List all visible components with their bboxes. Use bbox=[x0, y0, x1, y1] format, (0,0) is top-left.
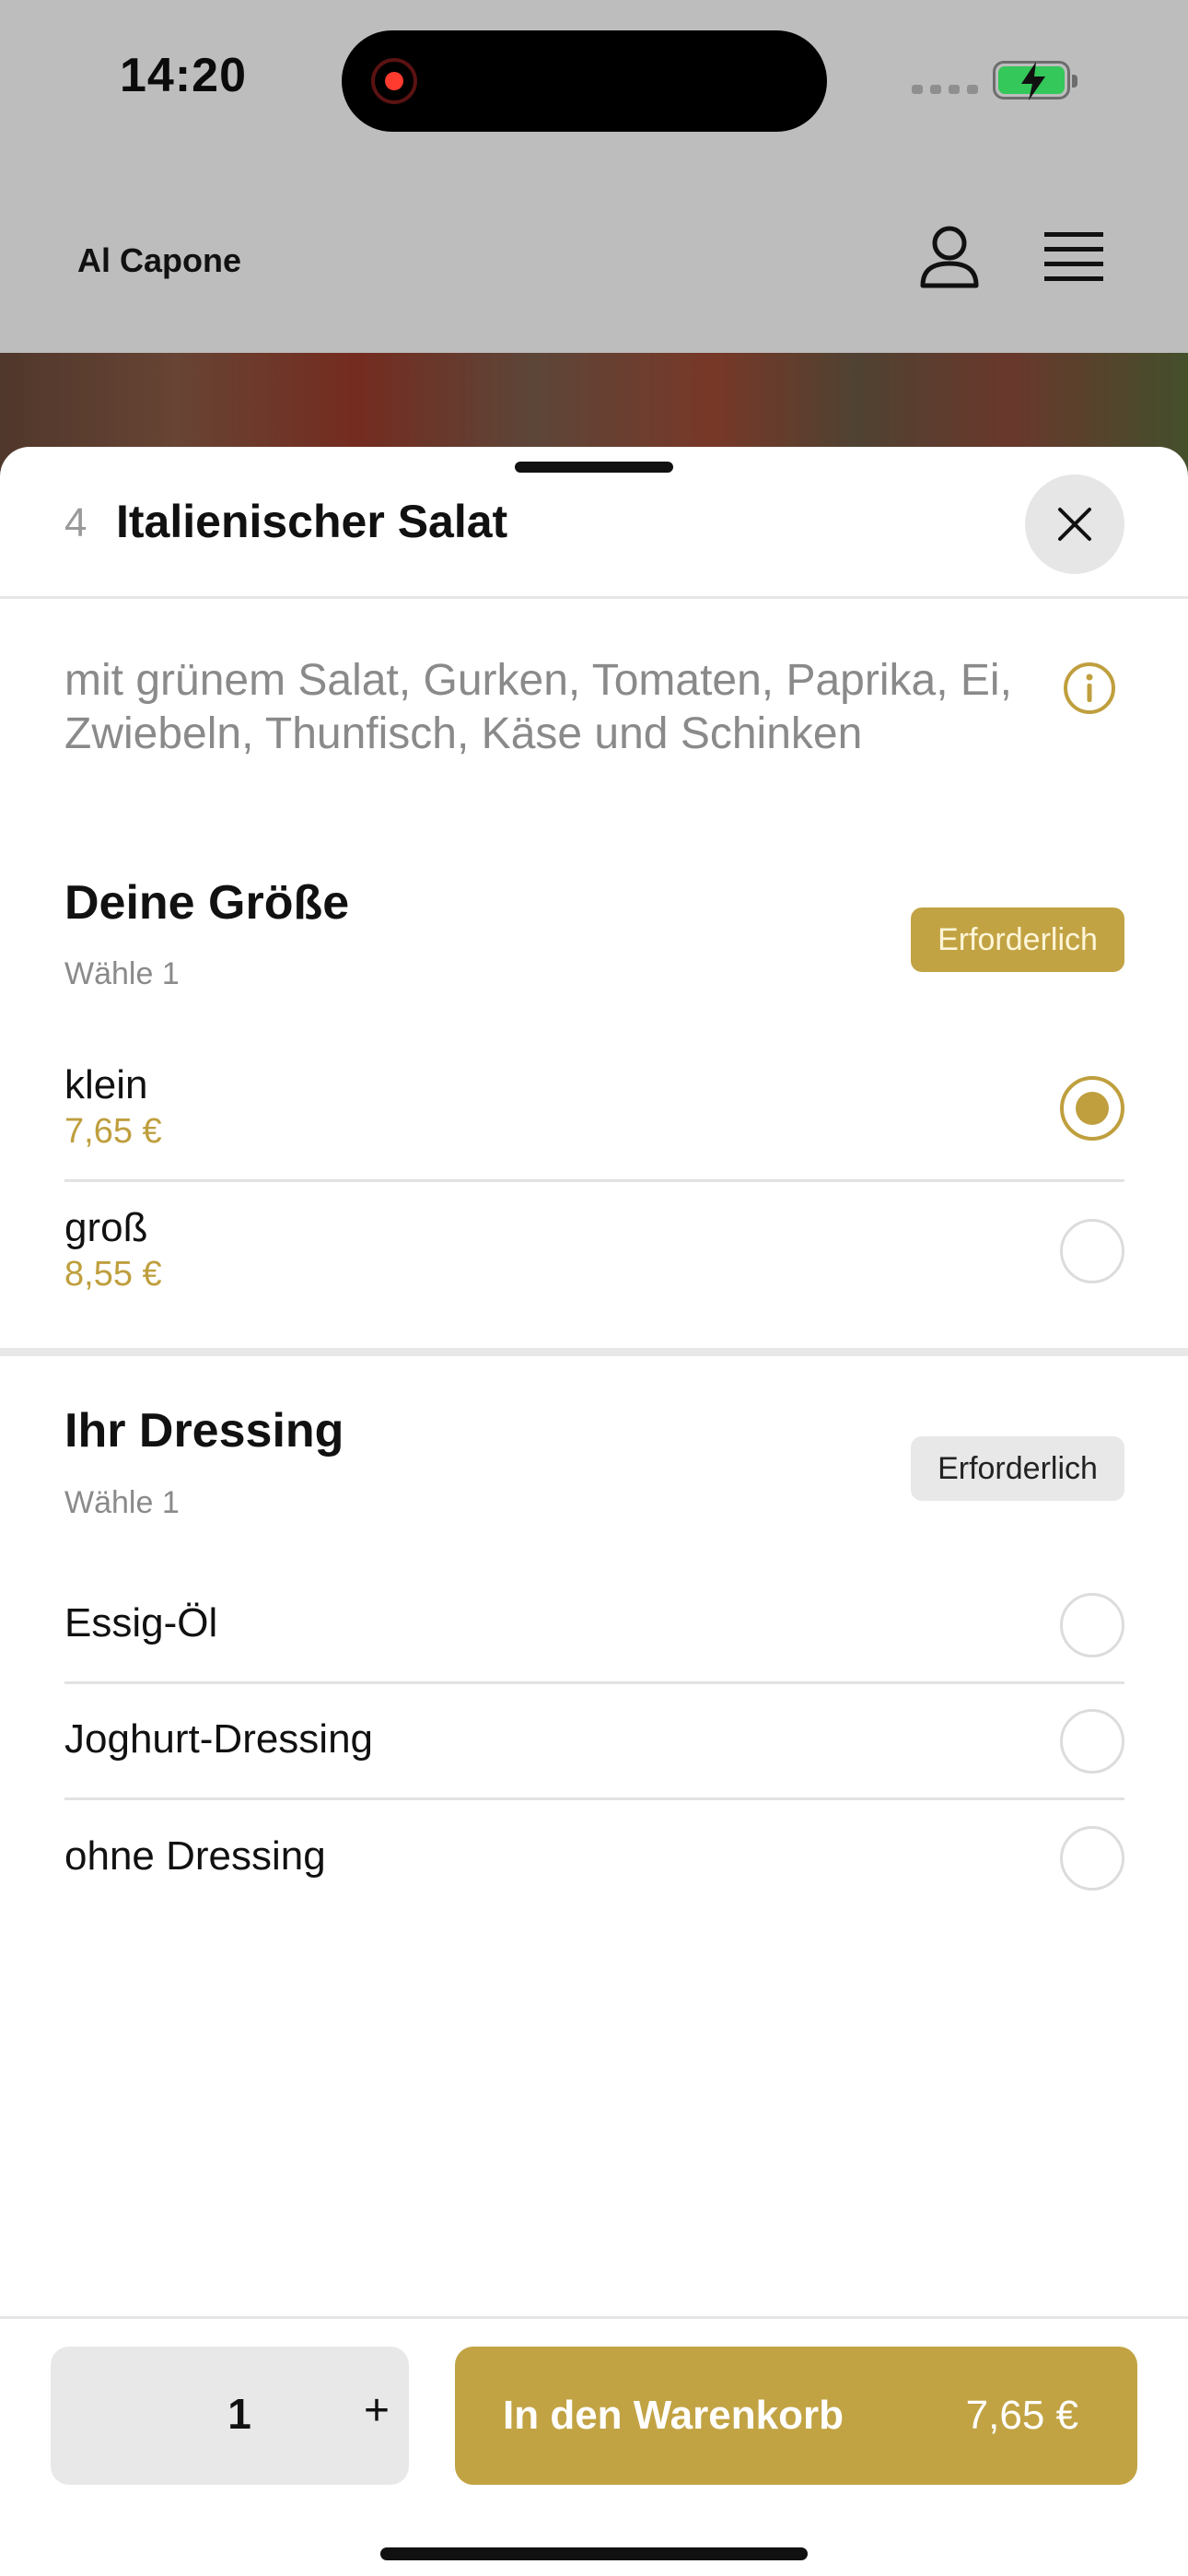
bottom-action-bar: 1 + In den Warenkorb 7,65 € bbox=[0, 2316, 1188, 2576]
radio-unselected[interactable] bbox=[1060, 1593, 1124, 1657]
dressing-required-badge: Erforderlich bbox=[911, 1436, 1124, 1501]
option-label: Essig-Öl bbox=[64, 1600, 218, 1645]
size-required-badge: Erforderlich bbox=[911, 907, 1124, 972]
dressing-option-joghurt[interactable]: Joghurt-Dressing bbox=[64, 1709, 1124, 1783]
size-option-klein[interactable]: klein 7,65 € bbox=[64, 1062, 1124, 1177]
dressing-section-title: Ihr Dressing bbox=[64, 1404, 344, 1458]
quantity-plus-button[interactable]: + bbox=[364, 2385, 390, 2436]
sheet-header: 4 Italienischer Salat bbox=[0, 447, 1188, 599]
dressing-option-essig-oel[interactable]: Essig-Öl bbox=[64, 1593, 1124, 1667]
option-label: groß bbox=[64, 1205, 148, 1250]
dynamic-island bbox=[342, 30, 827, 132]
option-divider bbox=[64, 1179, 1124, 1182]
quantity-value: 1 bbox=[227, 2390, 251, 2438]
option-price: 7,65 € bbox=[64, 1112, 162, 1151]
item-detail-sheet: 4 Italienischer Salat mit grünem Salat, … bbox=[0, 447, 1188, 2576]
add-to-cart-button[interactable]: In den Warenkorb 7,65 € bbox=[455, 2347, 1137, 2485]
battery-charging-icon bbox=[993, 61, 1077, 100]
size-section-subtitle: Wähle 1 bbox=[64, 956, 180, 991]
user-profile-icon[interactable] bbox=[917, 223, 982, 291]
radio-unselected[interactable] bbox=[1060, 1709, 1124, 1774]
cellular-signal-icon bbox=[912, 85, 978, 94]
restaurant-name: Al Capone bbox=[77, 241, 242, 279]
radio-selected[interactable] bbox=[1060, 1076, 1124, 1141]
home-indicator[interactable] bbox=[380, 2547, 808, 2560]
close-button[interactable] bbox=[1025, 474, 1124, 574]
item-number: 4 bbox=[64, 500, 87, 545]
size-option-gross[interactable]: groß 8,55 € bbox=[64, 1205, 1124, 1320]
option-label: ohne Dressing bbox=[64, 1833, 326, 1879]
hamburger-menu-icon[interactable] bbox=[1044, 230, 1103, 284]
radio-unselected[interactable] bbox=[1060, 1826, 1124, 1891]
status-time: 14:20 bbox=[120, 49, 247, 102]
option-price: 8,55 € bbox=[64, 1255, 162, 1294]
recording-indicator-icon bbox=[371, 58, 417, 104]
size-section-title: Deine Größe bbox=[64, 876, 350, 930]
radio-unselected[interactable] bbox=[1060, 1219, 1124, 1283]
add-to-cart-price: 7,65 € bbox=[965, 2393, 1078, 2438]
add-to-cart-label: In den Warenkorb bbox=[503, 2393, 844, 2438]
dressing-section-subtitle: Wähle 1 bbox=[64, 1485, 180, 1520]
dressing-option-ohne[interactable]: ohne Dressing bbox=[64, 1826, 1124, 1900]
section-divider bbox=[0, 1348, 1188, 1356]
option-label: Joghurt-Dressing bbox=[64, 1716, 374, 1762]
option-label: klein bbox=[64, 1062, 148, 1107]
info-icon[interactable] bbox=[1062, 661, 1117, 716]
item-description: mit grünem Salat, Gurken, Tomaten, Papri… bbox=[64, 656, 1012, 758]
close-icon bbox=[1058, 508, 1091, 541]
quantity-stepper: 1 + bbox=[51, 2347, 409, 2485]
option-divider bbox=[64, 1681, 1124, 1684]
option-divider bbox=[64, 1797, 1124, 1800]
item-title: Italienischer Salat bbox=[116, 496, 508, 547]
